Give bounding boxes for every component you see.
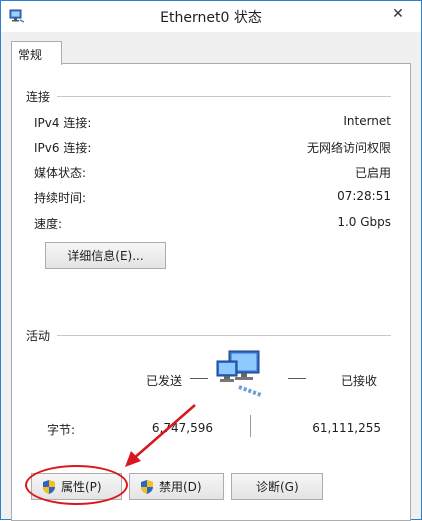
ipv4-label: IPv4 连接:	[34, 116, 92, 130]
details-button[interactable]: 详细信息(E)...	[45, 242, 166, 269]
uac-shield-icon	[43, 479, 55, 494]
received-label: 已接收	[341, 374, 378, 388]
properties-button[interactable]: 属性(P)	[31, 473, 122, 500]
received-dash	[288, 378, 306, 379]
close-button[interactable]: ✕	[381, 1, 415, 27]
diagnose-button[interactable]: 诊断(G)	[231, 473, 323, 500]
media-state-label: 媒体状态:	[34, 166, 87, 180]
status-dialog: Ethernet0 状态 ✕ 常规 连接 IPv4 连接: Internet I…	[0, 0, 422, 521]
tab-panel-general	[11, 63, 411, 521]
ipv4-value: Internet	[343, 114, 391, 128]
connection-divider	[57, 96, 391, 97]
connection-section-title: 连接	[26, 90, 51, 104]
media-state-value: 已启用	[354, 166, 391, 180]
network-activity-icon	[216, 350, 262, 397]
disable-button[interactable]: 禁用(D)	[129, 473, 224, 500]
bytes-label: 字节:	[47, 423, 76, 437]
bytes-sent-value: 6,747,596	[151, 421, 213, 435]
speed-label: 速度:	[34, 217, 63, 231]
window-title: Ethernet0 状态	[160, 10, 262, 26]
properties-button-label: 属性(P)	[61, 480, 102, 494]
tab-strip: 常规	[1, 32, 421, 65]
bytes-separator	[250, 415, 251, 437]
sent-label: 已发送	[146, 374, 183, 388]
title-bar[interactable]: Ethernet0 状态 ✕	[1, 1, 421, 32]
uac-shield-icon	[141, 479, 153, 494]
tab-general[interactable]: 常规	[11, 41, 62, 65]
close-icon: ✕	[392, 6, 404, 22]
activity-section-title: 活动	[26, 329, 51, 343]
duration-label: 持续时间:	[34, 191, 87, 205]
duration-value: 07:28:51	[337, 189, 391, 203]
sent-dash	[190, 378, 208, 379]
ipv6-value: 无网络访问权限	[306, 141, 391, 155]
ipv6-label: IPv6 连接:	[34, 141, 92, 155]
speed-value: 1.0 Gbps	[337, 215, 391, 229]
activity-divider	[57, 335, 391, 336]
diagnose-button-label: 诊断(G)	[256, 480, 299, 494]
disable-button-label: 禁用(D)	[159, 480, 202, 494]
bytes-received-value: 61,111,255	[312, 421, 381, 435]
